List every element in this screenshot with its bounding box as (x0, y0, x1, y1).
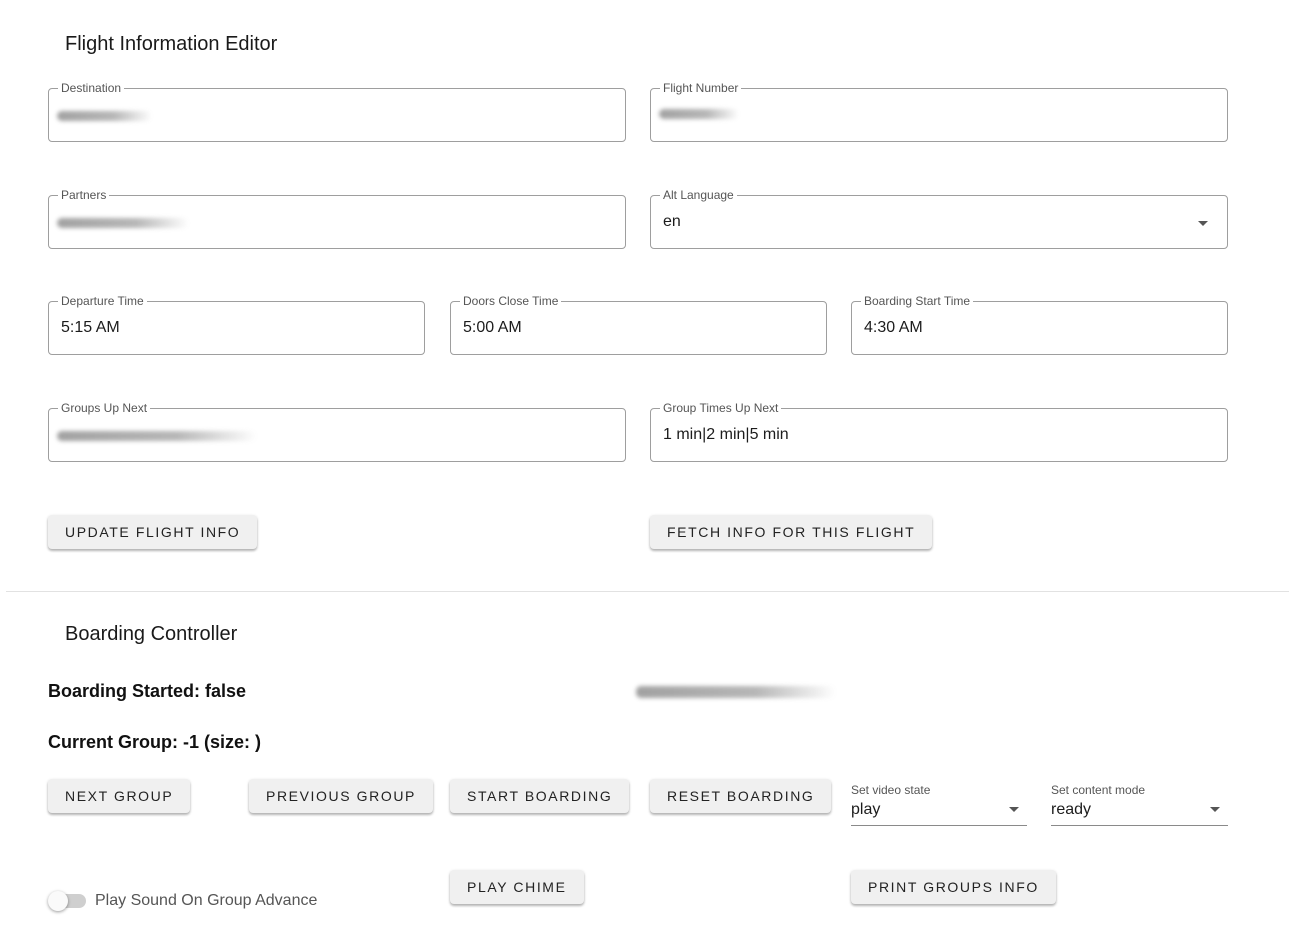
departure-time-field[interactable]: Departure Time 5:15 AM (48, 294, 425, 355)
flight-number-field[interactable]: Flight Number (650, 81, 1228, 142)
content-mode-underline (1051, 825, 1228, 826)
destination-label: Destination (58, 81, 125, 95)
redacted-groups-up-next (57, 431, 257, 441)
content-mode-label: Set content mode (1051, 783, 1146, 797)
play-chime-button[interactable]: PLAY CHIME (450, 870, 584, 904)
toggle-thumb[interactable] (48, 891, 68, 911)
partners-field[interactable]: Partners (48, 188, 626, 249)
update-flight-info-button[interactable]: UPDATE FLIGHT INFO (48, 515, 258, 549)
video-state-select[interactable]: Set video state play (851, 781, 1027, 827)
alt-language-value: en (663, 213, 681, 230)
partners-label: Partners (58, 188, 110, 202)
flight-number-label: Flight Number (660, 81, 742, 95)
section-divider (6, 591, 1289, 592)
content-mode-select[interactable]: Set content mode ready (1051, 781, 1228, 827)
redacted-flight-number (659, 109, 739, 119)
boarding-controller-title: Boarding Controller (65, 623, 238, 645)
group-times-up-next-field[interactable]: Group Times Up Next 1 min|2 min|5 min (650, 401, 1228, 462)
previous-group-button[interactable]: PREVIOUS GROUP (249, 779, 433, 813)
destination-field[interactable]: Destination (48, 81, 626, 142)
play-sound-label: Play Sound On Group Advance (95, 892, 318, 909)
chevron-down-icon[interactable] (1009, 807, 1019, 812)
boarding-start-time-field[interactable]: Boarding Start Time 4:30 AM (851, 294, 1228, 355)
video-state-underline (851, 825, 1027, 826)
fetch-flight-info-button[interactable]: FETCH INFO FOR THIS FLIGHT (650, 515, 933, 549)
chevron-down-icon[interactable] (1198, 221, 1208, 226)
chevron-down-icon[interactable] (1210, 807, 1220, 812)
alt-language-label: Alt Language (660, 188, 737, 202)
reset-boarding-button[interactable]: RESET BOARDING (650, 779, 832, 813)
group-times-up-next-value: 1 min|2 min|5 min (663, 426, 789, 443)
group-times-up-next-label: Group Times Up Next (660, 401, 782, 415)
flight-editor-title: Flight Information Editor (65, 33, 278, 55)
groups-up-next-label: Groups Up Next (58, 401, 151, 415)
next-group-button[interactable]: NEXT GROUP (48, 779, 191, 813)
doors-close-time-field[interactable]: Doors Close Time 5:00 AM (450, 294, 827, 355)
boarding-started-status: Boarding Started: false (48, 681, 247, 701)
groups-up-next-field[interactable]: Groups Up Next (48, 401, 626, 462)
start-boarding-button[interactable]: START BOARDING (450, 779, 630, 813)
boarding-start-time-label: Boarding Start Time (861, 294, 974, 308)
play-sound-toggle[interactable]: Play Sound On Group Advance (48, 889, 328, 913)
video-state-value: play (851, 801, 881, 818)
content-mode-value: ready (1051, 801, 1092, 818)
doors-close-time-value: 5:00 AM (463, 319, 522, 336)
departure-time-value: 5:15 AM (61, 319, 120, 336)
print-groups-info-button[interactable]: PRINT GROUPS INFO (851, 870, 1056, 904)
redacted-status (636, 686, 836, 698)
current-group-status: Current Group: -1 (size: ) (48, 732, 262, 752)
redacted-destination (57, 111, 152, 121)
redacted-partners (57, 218, 189, 228)
boarding-start-time-value: 4:30 AM (864, 319, 923, 336)
video-state-label: Set video state (851, 783, 931, 797)
departure-time-label: Departure Time (58, 294, 147, 308)
doors-close-time-label: Doors Close Time (460, 294, 562, 308)
alt-language-select[interactable]: Alt Language en (650, 188, 1228, 249)
